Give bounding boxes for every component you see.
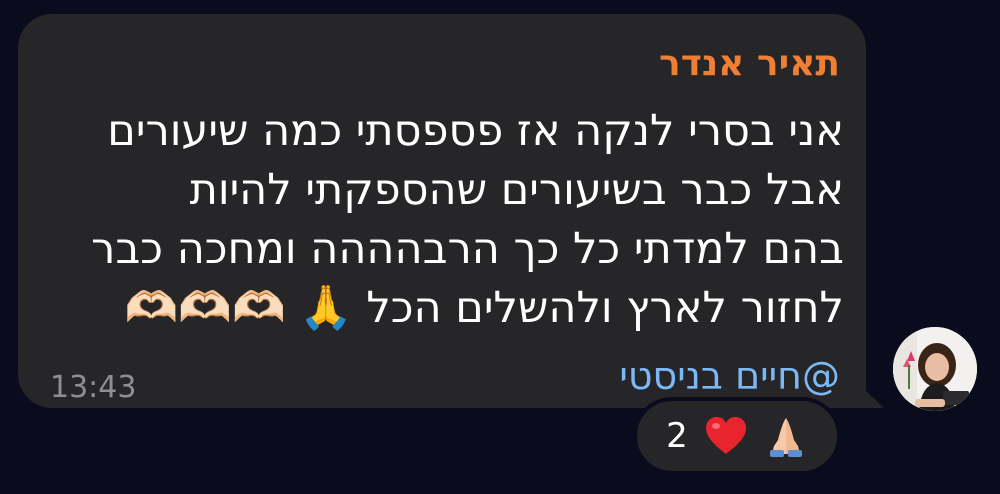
- sender-name[interactable]: תאיר אנדר: [659, 42, 840, 86]
- message-timestamp: 13:43: [50, 370, 137, 405]
- avatar-photo: [893, 327, 977, 411]
- avatar[interactable]: [893, 327, 977, 411]
- message-line: אני בסרי לנקה אז פספסתי כמה שיעורים: [107, 106, 844, 156]
- reactions-pill[interactable]: 2: [633, 397, 841, 475]
- reaction-count: 2: [666, 416, 688, 456]
- message-bubble[interactable]: תאיר אנדר אני בסרי לנקה אז פספסתי כמה שי…: [18, 14, 866, 408]
- message-line: לחזור לארץ ולהשלים הכל 🙏 🫶🏻🫶🏻🫶🏻: [124, 283, 844, 333]
- heart-icon[interactable]: [704, 414, 748, 458]
- mention-link[interactable]: @חיים בניסטי: [619, 352, 840, 400]
- message-text: אני בסרי לנקה אז פספסתי כמה שיעורים אבל …: [91, 102, 844, 338]
- pray-icon[interactable]: [764, 414, 808, 458]
- chat-canvas: תאיר אנדר אני בסרי לנקה אז פספסתי כמה שי…: [0, 0, 1000, 494]
- message-line: בהם למדתי כל כך הרבהההה ומחכה כבר: [91, 224, 844, 274]
- message-line: אבל כבר בשיעורים שהספקתי להיות: [189, 165, 844, 215]
